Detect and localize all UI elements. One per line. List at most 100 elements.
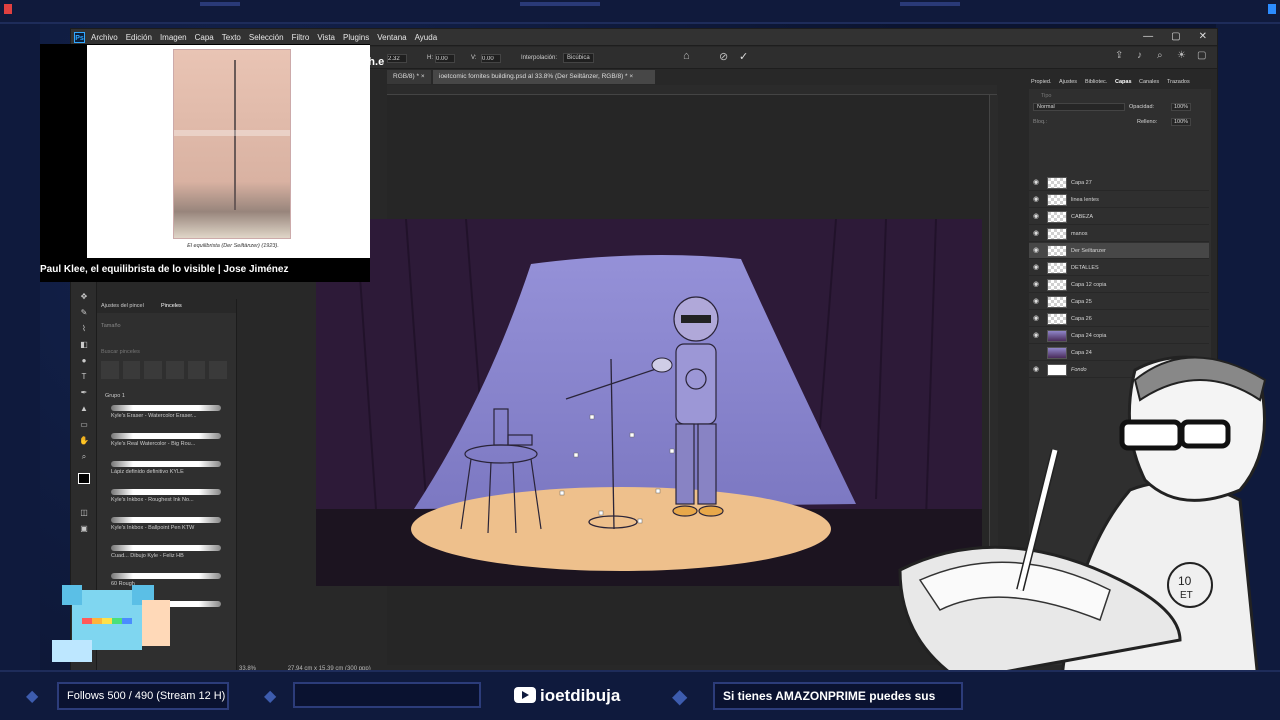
hand-tool-icon[interactable]: ✋ <box>78 435 90 446</box>
blend-mode-select[interactable]: Normal <box>1033 103 1125 111</box>
h-field[interactable] <box>435 54 455 63</box>
move-tool-icon[interactable]: ✥ <box>78 291 90 302</box>
rectangle-tool-icon[interactable]: ▭ <box>78 419 90 430</box>
layer-row[interactable]: ◉ Capa 25 <box>1029 294 1209 310</box>
warp-icon[interactable]: ⌂ <box>683 50 690 62</box>
layers-tab-1[interactable]: Ajustes <box>1059 79 1077 85</box>
menu-item-0[interactable]: Archivo <box>91 33 118 42</box>
recent-brush[interactable] <box>144 361 163 379</box>
interpolation-select[interactable]: Bicúbica <box>563 53 594 63</box>
eraser-tool-icon[interactable]: ◧ <box>78 339 90 350</box>
layer-row[interactable]: ◉ manos <box>1029 226 1209 242</box>
visibility-eye-icon[interactable]: ◉ <box>1033 196 1041 203</box>
layers-tab-5[interactable]: Trazados <box>1167 79 1190 85</box>
layers-tab-4[interactable]: Canales <box>1139 79 1159 85</box>
bird-icon: ◆ <box>672 686 688 708</box>
menu-item-5[interactable]: Selección <box>249 33 284 42</box>
width-field[interactable] <box>387 54 407 63</box>
photoshop-logo-icon[interactable]: Ps <box>74 32 85 43</box>
close-icon[interactable]: ✕ <box>1199 31 1207 42</box>
tab-brush-settings[interactable]: Ajustes del pincel <box>101 303 144 309</box>
layer-row[interactable]: ◉ DETALLES <box>1029 260 1209 276</box>
text-tool-icon[interactable]: T <box>78 371 90 382</box>
screen-mode-icon[interactable]: ▣ <box>78 523 90 534</box>
menu-item-9[interactable]: Ventana <box>377 33 406 42</box>
brush-group[interactable]: Grupo 1 <box>105 393 125 399</box>
foreground-color-swatch[interactable] <box>78 473 90 484</box>
quick-mask-icon[interactable]: ◫ <box>78 507 90 518</box>
layer-row[interactable]: ◉ linea lentes <box>1029 192 1209 208</box>
video-title: Paul Klee, el equilibrista de lo visible… <box>40 258 370 282</box>
select-tool-icon[interactable]: ▲ <box>78 403 90 414</box>
layer-filter-input[interactable]: Tipo <box>1041 93 1052 99</box>
workspace-icon[interactable]: ▢ <box>1197 50 1206 61</box>
visibility-eye-icon[interactable]: ◉ <box>1033 247 1041 254</box>
menu-item-4[interactable]: Texto <box>222 33 241 42</box>
dropper-tool-icon[interactable]: ⌇ <box>78 323 90 334</box>
visibility-eye-icon[interactable]: ◉ <box>1033 332 1041 339</box>
brush-stroke-preview <box>111 517 221 523</box>
layer-row[interactable]: ◉ Der Seiltanzer <box>1029 243 1209 259</box>
recent-brush[interactable] <box>209 361 228 379</box>
menu-item-2[interactable]: Imagen <box>160 33 187 42</box>
visibility-eye-icon[interactable]: ◉ <box>1033 264 1041 271</box>
brush-preset[interactable]: Lápiz definido definitivo KYLE <box>111 461 221 475</box>
blur-tool-icon[interactable]: ● <box>78 355 90 366</box>
pen-tool-icon[interactable]: ✒ <box>78 387 90 398</box>
fill-field[interactable]: 100% <box>1171 118 1192 126</box>
layer-thumbnail <box>1047 313 1067 325</box>
layers-tab-3[interactable]: Capas <box>1115 79 1132 85</box>
brush-search-input[interactable]: Buscar pinceles <box>101 349 140 355</box>
recent-brush[interactable] <box>166 361 184 379</box>
opacity-field[interactable]: 100% <box>1171 103 1192 111</box>
brush-stroke-preview <box>111 433 221 439</box>
bell-icon[interactable]: ♪ <box>1137 50 1142 61</box>
minimize-icon[interactable]: — <box>1143 31 1153 42</box>
visibility-eye-icon[interactable]: ◉ <box>1033 179 1041 186</box>
v-field[interactable] <box>481 54 501 63</box>
brush-preset[interactable]: Kyle's Inkbox - Roughest Ink No... <box>111 489 221 503</box>
layers-tab-0[interactable]: Propied. <box>1031 79 1052 85</box>
layers-tab-2[interactable]: Bibliotec. <box>1085 79 1107 85</box>
menu-item-1[interactable]: Edición <box>126 33 152 42</box>
layer-row[interactable]: ◉ Capa 12 copia <box>1029 277 1209 293</box>
tab-brushes[interactable]: Pinceles <box>161 303 182 309</box>
brush-preset[interactable]: Cuad... Dibujo Kyle - Feliz HB <box>111 545 221 559</box>
layer-row[interactable]: ◉ CABEZA <box>1029 209 1209 225</box>
h-label: H: <box>427 55 433 61</box>
visibility-eye-icon[interactable]: ◉ <box>1033 298 1041 305</box>
maximize-icon[interactable]: ▢ <box>1171 31 1180 42</box>
recent-brush[interactable] <box>187 361 206 379</box>
brush-tool-icon[interactable]: ✎ <box>78 307 90 318</box>
document-tab-1[interactable]: RGB/8) * × <box>387 70 431 84</box>
recent-brushes[interactable] <box>101 361 228 379</box>
discover-icon[interactable]: ☀ <box>1177 50 1186 61</box>
layer-name: Capa 12 copia <box>1071 282 1107 288</box>
bird-icon: ◆ <box>26 688 39 705</box>
menu-item-3[interactable]: Capa <box>195 33 214 42</box>
brush-preset[interactable]: Kyle's Eraser - Watercolor Eraser... <box>111 405 221 419</box>
visibility-eye-icon[interactable]: ◉ <box>1033 213 1041 220</box>
document-tab-active[interactable]: ioetcomic fornites building.psd al 33.8%… <box>433 70 655 84</box>
recent-brush[interactable] <box>101 361 119 379</box>
menu-item-6[interactable]: Filtro <box>292 33 310 42</box>
visibility-eye-icon[interactable]: ◉ <box>1033 281 1041 288</box>
zoom-tool-icon[interactable]: ⌕ <box>78 451 90 462</box>
layer-thumbnail <box>1047 296 1067 308</box>
layers-panel-tabs: Propied. Ajustes Bibliotec. Capas Canales Tra… <box>1029 75 1211 89</box>
visibility-eye-icon[interactable]: ◉ <box>1033 230 1041 237</box>
layer-row[interactable]: ◉ Capa 26 <box>1029 311 1209 327</box>
brush-preset[interactable]: Kyle's Inkbox - Ballpoint Pen KTW <box>111 517 221 531</box>
search-icon[interactable]: ⌕ <box>1157 50 1163 61</box>
menu-item-10[interactable]: Ayuda <box>415 33 438 42</box>
share-icon[interactable]: ⇪ <box>1115 50 1123 61</box>
cancel-transform-icon[interactable]: ⊘ <box>719 50 728 63</box>
commit-transform-icon[interactable]: ✓ <box>739 50 748 63</box>
menu-item-7[interactable]: Vista <box>317 33 335 42</box>
visibility-eye-icon[interactable]: ◉ <box>1033 315 1041 322</box>
recent-brush[interactable] <box>122 361 141 379</box>
presentation-slide: El equilibrista (Der Seiltänzer) (1923). <box>87 45 370 258</box>
layer-row[interactable]: ◉ Capa 27 <box>1029 175 1209 191</box>
menu-item-8[interactable]: Plugins <box>343 33 369 42</box>
brush-preset[interactable]: Kyle's Real Watercolor - Big Rou... <box>111 433 221 447</box>
